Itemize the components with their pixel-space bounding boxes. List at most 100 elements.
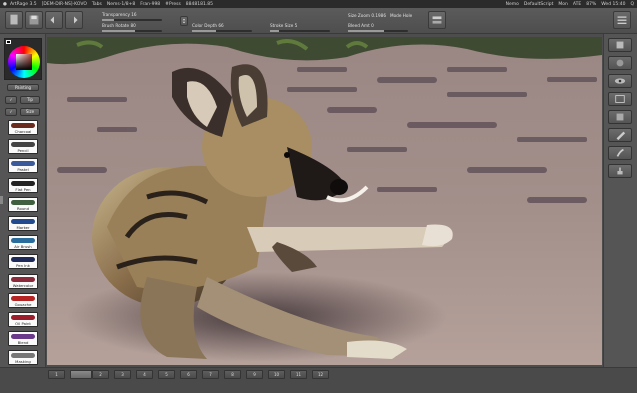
menu-icon[interactable] — [613, 11, 631, 29]
color-depth-fill — [192, 30, 216, 32]
page-tab[interactable]: 4 — [136, 370, 153, 379]
file-icon[interactable] — [5, 11, 23, 29]
menu-right-2[interactable]: Mon — [558, 2, 568, 7]
menu-item-2[interactable]: [DEM-DIR-NS]-KOVO — [42, 2, 87, 7]
menu-item-3[interactable]: Tabs — [92, 2, 102, 7]
color-picker[interactable] — [4, 38, 42, 80]
stamp-icon[interactable] — [608, 164, 632, 178]
menu-right-1[interactable]: DefaultScript — [524, 2, 554, 7]
brush-pen-ink[interactable]: Pen Ink — [8, 254, 38, 270]
brush-pencil[interactable]: Pencil — [8, 139, 38, 155]
tip-toggle-1[interactable]: ✓ — [5, 96, 17, 104]
brush-label: Flat Pen — [15, 186, 31, 192]
page-tab[interactable]: 8 — [224, 370, 241, 379]
page-tab[interactable]: 6 — [180, 370, 197, 379]
painting-mode-button[interactable]: Painting — [7, 84, 39, 91]
layers-icon[interactable] — [428, 11, 446, 29]
brush-label: Blend — [17, 340, 29, 346]
menu-item-1[interactable]: ArtRage 3.5 — [10, 2, 37, 7]
brush-flat-pen[interactable]: Flat Pen — [8, 177, 38, 193]
transparency-track[interactable] — [102, 19, 162, 21]
menu-right-5[interactable]: Wed 15:40 — [601, 2, 625, 7]
page-tab[interactable]: 10 — [268, 370, 285, 379]
left-handle[interactable] — [0, 196, 3, 204]
color-depth-slider[interactable]: Color Depth 66 — [192, 23, 252, 32]
brush-gouache[interactable]: Gouache — [8, 292, 38, 308]
color-square[interactable] — [16, 54, 32, 70]
page-tab[interactable]: 3 — [114, 370, 131, 379]
stroke-size-track[interactable] — [270, 30, 330, 32]
color-depth-track[interactable] — [192, 30, 252, 32]
tool-panel: Painting ✓ Tip ✓ Size Charcoal Pencil Past… — [0, 34, 46, 367]
stepper-icon[interactable] — [180, 16, 188, 26]
redo-icon[interactable] — [65, 11, 83, 29]
palette-icon[interactable] — [608, 56, 632, 70]
brush-pastel[interactable]: Pastel — [8, 158, 38, 174]
page-tab[interactable]: 5 — [158, 370, 175, 379]
brush-oil-paint[interactable]: Oil Paint — [8, 312, 38, 327]
brush-air-brush[interactable]: Air Brush — [8, 235, 38, 251]
page-tab[interactable]: 2 — [92, 370, 109, 379]
size-zoom-info: Size Zoom 0.1986 — [348, 13, 386, 18]
edit-icon[interactable] — [608, 38, 632, 52]
stroke-size-fill — [270, 30, 279, 32]
apple-icon[interactable]: ● — [3, 2, 7, 7]
menu-right-6[interactable]: Q — [630, 2, 634, 7]
brush-stroke-preview — [11, 257, 35, 263]
brush-watercolor[interactable]: Watercolor — [8, 273, 38, 289]
menu-right-4[interactable]: 87% — [586, 2, 596, 7]
color-wheel[interactable] — [8, 46, 40, 78]
page-tab[interactable] — [70, 370, 92, 379]
bleed-slider[interactable]: Bleed Amt 0 — [348, 23, 408, 32]
toolbar: Transparency 16 Brush Rotate 80 Color De… — [0, 8, 637, 34]
painting-canvas[interactable] — [47, 37, 602, 365]
menu-bar: ● ArtRage 3.5 [DEM-DIR-NS]-KOVO Tabs Nem… — [0, 0, 637, 8]
transparency-slider[interactable]: Transparency 16 — [102, 12, 162, 21]
brush-rotate-slider[interactable]: Brush Rotate 80 — [102, 23, 162, 32]
brush-rotate-track[interactable] — [102, 30, 162, 32]
brush-stroke-preview — [11, 295, 35, 301]
tip-toggle-2[interactable]: ✓ — [5, 108, 17, 116]
menu-right-0[interactable]: Nemo — [506, 2, 519, 7]
page-tab[interactable]: 12 — [312, 370, 329, 379]
save-icon[interactable] — [25, 11, 43, 29]
brush-stroke-preview — [11, 334, 35, 340]
menu-item-7[interactable]: 8848181.85 — [186, 2, 213, 7]
brush-marker[interactable]: Marker — [8, 216, 38, 231]
menu-item-4[interactable]: Nems-1/8+8 — [107, 2, 135, 7]
brush-masking[interactable]: Masking — [8, 350, 38, 366]
brush-stroke-preview — [11, 199, 35, 205]
size-button[interactable]: Size — [20, 108, 40, 116]
menu-right: Nemo DefaultScript Mon ATE 87% Wed 15:40… — [506, 2, 634, 7]
tip-button-1[interactable]: Tip — [20, 96, 40, 104]
eye-icon[interactable] — [608, 74, 632, 88]
brush-label: Pencil — [17, 148, 29, 154]
stroke-size-slider[interactable]: Stroke Size 5 — [270, 23, 330, 32]
page-tab[interactable]: 7 — [202, 370, 219, 379]
page-tab[interactable]: 1 — [48, 370, 65, 379]
brush-label: Pastel — [17, 167, 29, 173]
menu-item-5[interactable]: Fran-998 — [140, 2, 160, 7]
brush-round[interactable]: Round — [8, 196, 38, 212]
undo-icon[interactable] — [45, 11, 63, 29]
paint-icon[interactable] — [608, 128, 632, 142]
brush-stroke-preview — [11, 276, 35, 282]
menu-right-3[interactable]: ATE — [573, 2, 581, 7]
brush-icon[interactable] — [608, 146, 632, 160]
brush-label: Marker — [16, 225, 30, 230]
menu-item-6[interactable]: #Press — [165, 2, 181, 7]
brush-blend[interactable]: Blend — [8, 331, 38, 347]
grid-icon[interactable] — [608, 92, 632, 106]
color-depth-label: Color Depth 66 — [192, 23, 224, 28]
bleed-fill — [348, 30, 384, 32]
bleed-track[interactable] — [348, 30, 408, 32]
brush-stroke-preview — [11, 180, 35, 186]
canvas-area[interactable] — [47, 37, 602, 365]
brush-label: Round — [16, 205, 29, 211]
page-tab[interactable]: 9 — [246, 370, 263, 379]
square-icon[interactable] — [608, 110, 632, 124]
page-tab[interactable]: 11 — [290, 370, 307, 379]
current-color-swatch[interactable] — [6, 40, 11, 44]
brush-charcoal[interactable]: Charcoal — [8, 120, 38, 135]
brush-stroke-preview — [11, 123, 35, 128]
